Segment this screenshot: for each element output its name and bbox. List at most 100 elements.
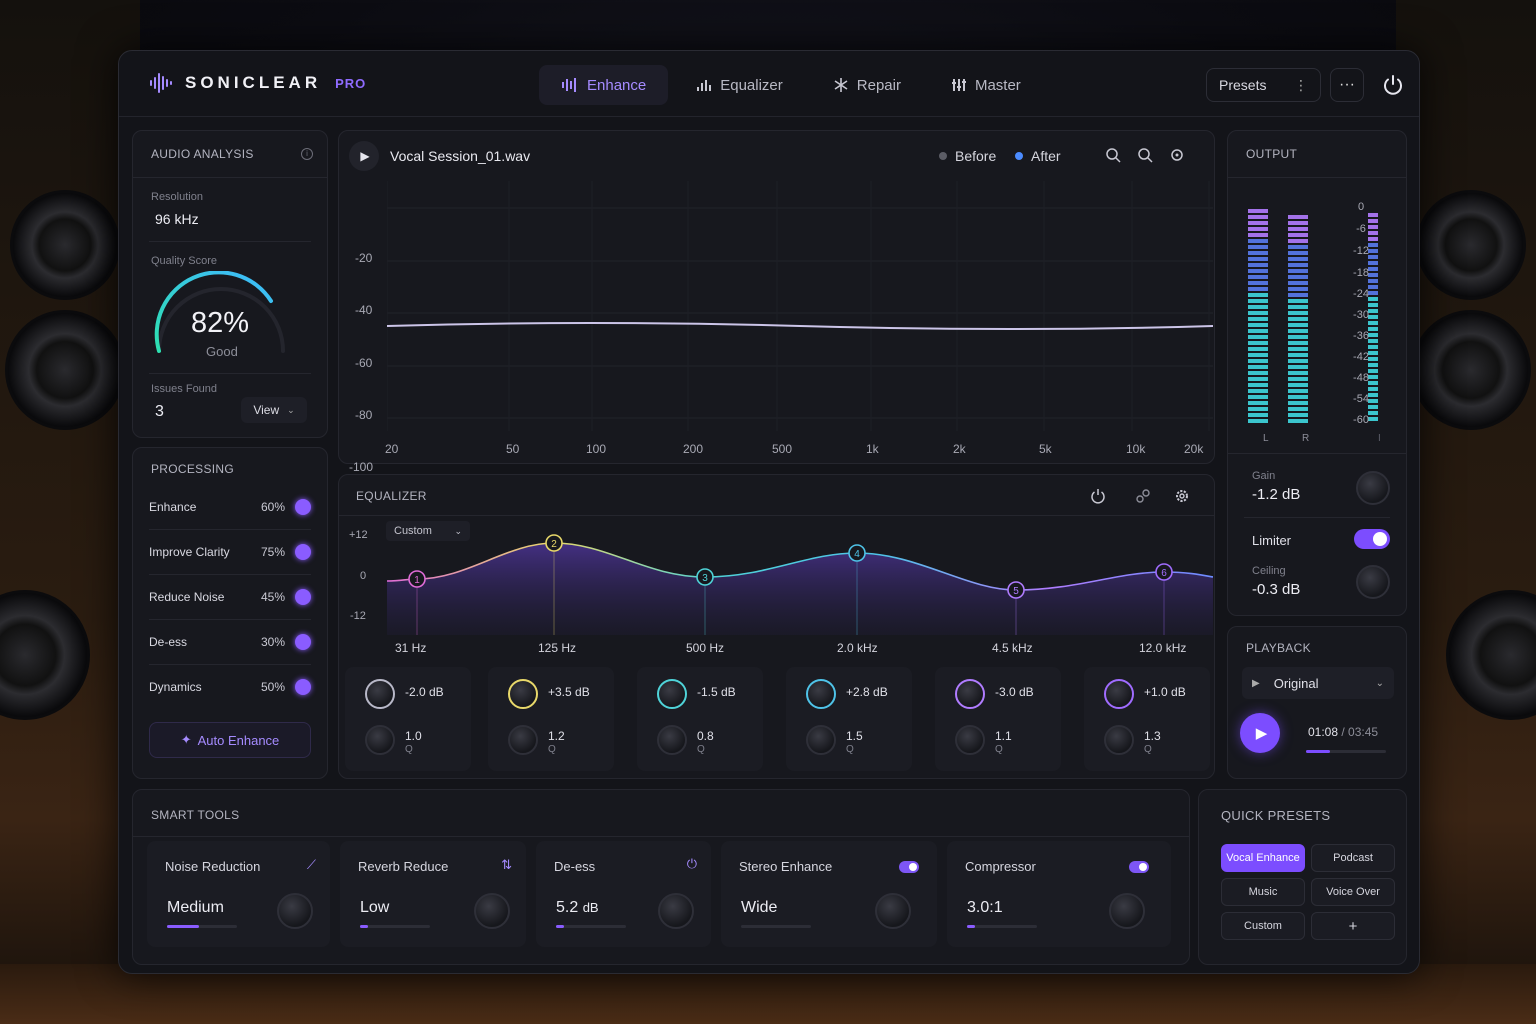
eq-q-knob[interactable] [657, 725, 687, 755]
info-icon[interactable]: i [301, 148, 313, 160]
power-icon[interactable] [1381, 73, 1405, 97]
tool-name: Noise Reduction [165, 859, 261, 874]
tool-knob[interactable] [1109, 893, 1145, 929]
limiter-toggle[interactable] [1354, 529, 1390, 549]
processing-knob[interactable] [295, 634, 311, 650]
more-button[interactable]: ··· [1330, 68, 1364, 102]
tool-toggle[interactable] [899, 861, 919, 873]
eq-gain-value: +1.0 dB [1144, 685, 1186, 699]
tab-repair[interactable]: Repair [811, 65, 923, 105]
auto-enhance-button[interactable]: ✦ Auto Enhance [149, 722, 311, 758]
playback-progress[interactable] [1306, 750, 1386, 753]
tool-knob[interactable] [277, 893, 313, 929]
meter-segment [1288, 227, 1308, 231]
tool-level-bar [360, 925, 430, 928]
preset-music[interactable]: Music [1221, 878, 1305, 906]
processing-knob[interactable] [295, 544, 311, 560]
eq-q-label: Q [846, 744, 854, 755]
meter-segment [1288, 251, 1308, 255]
tool-level-fill [360, 925, 369, 928]
tool-knob[interactable] [658, 893, 694, 929]
tool-reverb-reduce: Reverb Reduce ⇅ Low [340, 841, 526, 947]
eq-q-knob[interactable] [806, 725, 836, 755]
tab-master-label: Master [974, 76, 1021, 94]
gain-knob[interactable] [1356, 471, 1390, 505]
meter-tick: -54 [1353, 393, 1369, 405]
speaker-decor [1411, 310, 1531, 430]
eq-gain-knob[interactable] [1104, 679, 1134, 709]
eq-gain-value: -1.5 dB [697, 685, 736, 699]
meter-segment [1288, 299, 1308, 303]
playback-play-button[interactable]: ▶ [1240, 713, 1280, 753]
waveform-display[interactable] [387, 181, 1213, 431]
processing-label: Enhance [149, 500, 197, 514]
add-preset-button[interactable]: + [1311, 912, 1395, 940]
eq-link-icon[interactable] [1135, 488, 1151, 504]
ceiling-knob[interactable] [1356, 565, 1390, 599]
presets-button[interactable]: Presets ⋮ [1206, 68, 1321, 102]
reverb-icon[interactable]: ⇅ [501, 857, 512, 873]
tool-level-fill [556, 925, 565, 928]
processing-title: PROCESSING [151, 462, 235, 476]
after-toggle[interactable]: After [1015, 148, 1061, 164]
tab-equalizer[interactable]: Equalizer [674, 65, 805, 105]
preset-voice-over[interactable]: Voice Over [1311, 878, 1395, 906]
zoom-in-icon[interactable] [1105, 147, 1121, 163]
eq-gain-knob[interactable] [657, 679, 687, 709]
processing-row-dynamics[interactable]: Dynamics 50% [149, 672, 311, 702]
tool-toggle[interactable] [1129, 861, 1149, 873]
tool-knob[interactable] [875, 893, 911, 929]
eq-settings-icon[interactable] [1174, 488, 1190, 504]
eq-power-icon[interactable] [1090, 488, 1106, 504]
eq-gain-knob[interactable] [365, 679, 395, 709]
meter-segment [1288, 383, 1308, 387]
eq-q-knob[interactable] [365, 725, 395, 755]
processing-knob[interactable] [295, 499, 311, 515]
processing-knob[interactable] [295, 679, 311, 695]
total-time: 03:45 [1348, 725, 1379, 739]
zoom-fit-icon[interactable] [1169, 147, 1185, 163]
tab-enhance[interactable]: Enhance [539, 65, 669, 105]
noise-wave-icon[interactable]: ⟋ [307, 857, 316, 873]
eq-gain-knob[interactable] [806, 679, 836, 709]
preset-podcast[interactable]: Podcast [1311, 844, 1395, 872]
view-issues-button[interactable]: View ⌄ [241, 397, 307, 423]
meter-segment [1248, 257, 1268, 261]
processing-row-deess[interactable]: De-ess 30% [149, 627, 311, 657]
before-toggle[interactable]: Before [939, 148, 996, 164]
meter-segment [1248, 227, 1268, 231]
eq-gain-knob[interactable] [508, 679, 538, 709]
tool-value-unit: dB [582, 900, 599, 915]
eq-q-knob[interactable] [955, 725, 985, 755]
tool-value: Wide [741, 899, 778, 916]
meter-segment [1288, 239, 1308, 243]
eq-y-tick: +12 [349, 529, 368, 541]
eq-gain-knob[interactable] [955, 679, 985, 709]
processing-row-enhance[interactable]: Enhance 60% [149, 492, 311, 522]
current-time: 01:08 [1308, 725, 1339, 739]
logo-waveform-icon [150, 73, 172, 93]
processing-label: Dynamics [149, 680, 202, 694]
preset-vocal-enhance[interactable]: Vocal Enhance [1221, 844, 1305, 872]
quality-score-value: 82% [191, 307, 250, 339]
tool-level-bar [741, 925, 811, 928]
eq-q-knob[interactable] [508, 725, 538, 755]
tool-knob[interactable] [474, 893, 510, 929]
zoom-out-icon[interactable] [1137, 147, 1153, 163]
meter-tick: -48 [1353, 372, 1369, 384]
processing-row-clarity[interactable]: Improve Clarity 75% [149, 537, 311, 567]
eq-curve-display[interactable]: 1 2 3 4 5 6 [387, 519, 1213, 635]
meter-segment [1248, 377, 1268, 381]
processing-row-noise[interactable]: Reduce Noise 45% [149, 582, 311, 612]
view-label: View [253, 403, 280, 417]
play-button[interactable]: ▶ [349, 141, 379, 171]
power-icon[interactable]: ⏻ [687, 856, 697, 872]
processing-value: 60% [260, 500, 285, 514]
x-tick: 500 [772, 442, 793, 456]
playback-source-select[interactable]: ▶ Original ⌄ [1242, 667, 1394, 699]
preset-custom[interactable]: Custom [1221, 912, 1305, 940]
eq-q-knob[interactable] [1104, 725, 1134, 755]
processing-knob[interactable] [295, 589, 311, 605]
tab-master[interactable]: Master [929, 65, 1043, 105]
meter-r-label: R [1302, 433, 1310, 444]
